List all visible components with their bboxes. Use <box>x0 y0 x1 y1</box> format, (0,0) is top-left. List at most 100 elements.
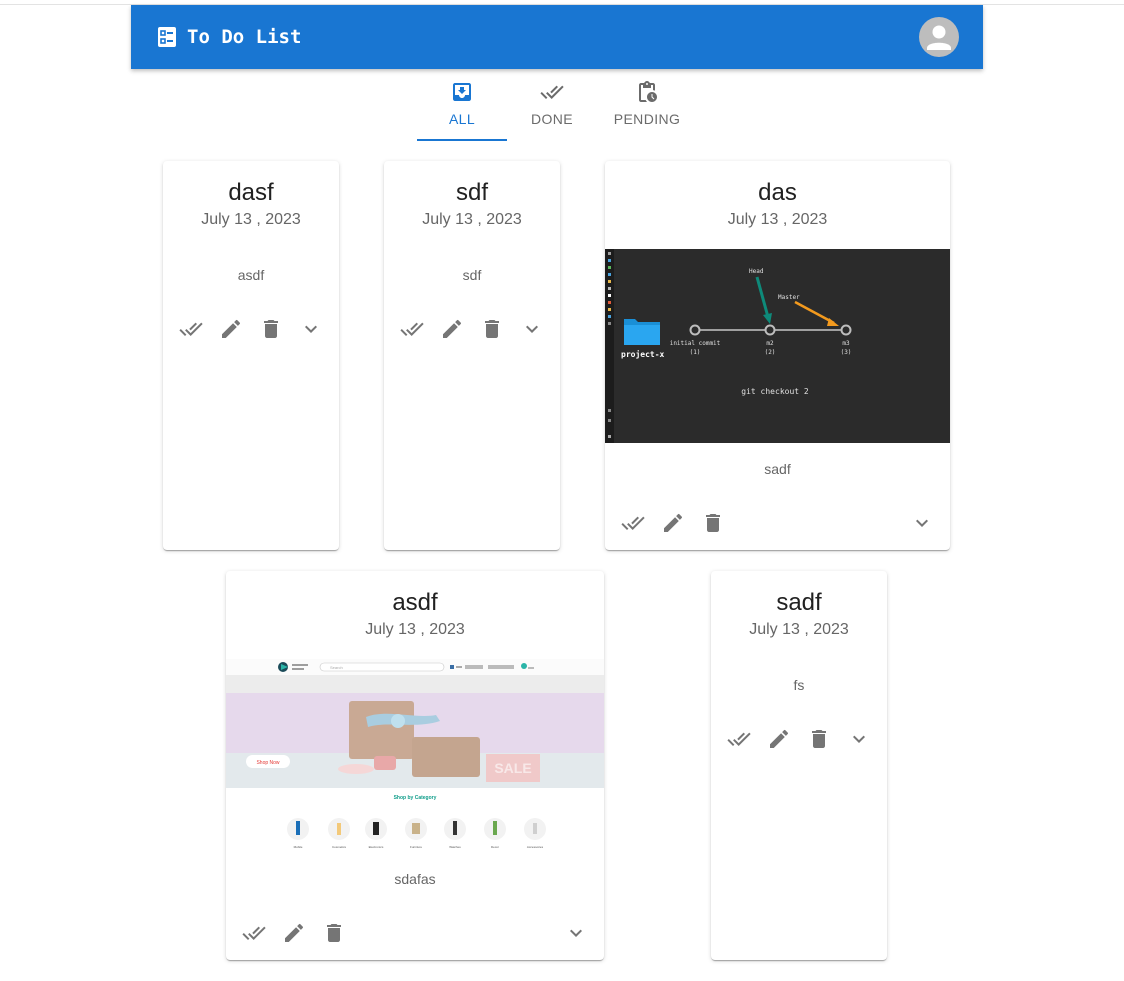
todo-image: Search SALE Shop Now Shop by Category Mo… <box>226 659 604 853</box>
done-all-icon <box>621 516 645 530</box>
todo-date: July 13 , 2023 <box>201 211 301 228</box>
svg-text:Electronics: Electronics <box>369 845 384 849</box>
delete-icon <box>485 320 499 338</box>
expand-more-icon <box>853 735 865 743</box>
todo-date: July 13 , 2023 <box>422 211 522 228</box>
delete-button[interactable] <box>807 727 831 751</box>
expand-button[interactable] <box>299 317 323 341</box>
todo-title: sdf <box>455 179 488 206</box>
checklist-icon <box>158 27 176 47</box>
todo-description: sadf <box>764 461 791 477</box>
svg-text:Shop by Category: Shop by Category <box>394 795 437 801</box>
svg-text:Mobile: Mobile <box>294 845 303 849</box>
edit-icon <box>664 513 683 532</box>
svg-text:Accessories: Accessories <box>527 845 544 849</box>
svg-text:Master: Master <box>778 294 800 301</box>
todo-card: asdf July 13 , 2023 Search SALE Shop Now… <box>226 571 604 960</box>
tab-all-label: ALL <box>448 111 476 127</box>
expand-more-icon <box>305 325 317 333</box>
todo-card: sdf July 13 , 2023 sdf <box>384 161 560 550</box>
expand-more-icon <box>916 519 928 527</box>
todo-title: dasf <box>228 179 274 206</box>
todo-description: asdf <box>237 267 265 283</box>
delete-button[interactable] <box>480 317 504 341</box>
todo-title: sadf <box>776 589 822 616</box>
expand-button[interactable] <box>847 727 871 751</box>
delete-icon <box>264 320 278 338</box>
delete-button[interactable] <box>322 921 346 945</box>
done-all-icon <box>400 322 424 336</box>
delete-icon <box>812 730 826 748</box>
todo-date: July 13 , 2023 <box>727 211 828 228</box>
edit-button[interactable] <box>282 921 306 945</box>
tab-done[interactable]: DONE <box>507 72 597 140</box>
todo-date: July 13 , 2023 <box>749 621 849 638</box>
svg-text:Decor: Decor <box>491 845 499 849</box>
delete-icon <box>706 514 720 532</box>
edit-button[interactable] <box>767 727 791 751</box>
expand-button[interactable] <box>564 921 588 945</box>
todo-image: project-x initial commit (1) m2 (2) m3 (… <box>605 249 950 443</box>
todo-card: sadf July 13 , 2023 fs <box>711 571 887 960</box>
expand-more-icon <box>570 929 582 937</box>
app-bar: To Do List <box>131 5 983 69</box>
svg-text:(2): (2) <box>765 349 776 356</box>
user-avatar[interactable] <box>919 17 959 57</box>
done-all-icon <box>242 926 266 940</box>
done-all-icon <box>540 85 564 99</box>
done-all-icon <box>727 732 751 746</box>
todo-date: July 13 , 2023 <box>365 621 465 638</box>
todo-card: dasf July 13 , 2023 asdf <box>163 161 339 550</box>
filter-tabs: ALL DONE PENDING <box>417 72 697 142</box>
edit-icon <box>443 319 462 338</box>
app-title: To Do List <box>187 26 302 48</box>
edit-button[interactable] <box>661 511 685 535</box>
inbox-icon <box>453 83 471 101</box>
svg-text:initial commit: initial commit <box>670 340 721 347</box>
tab-pending-label: PENDING <box>613 111 681 127</box>
git-diagram-screenshot: project-x initial commit (1) m2 (2) m3 (… <box>605 249 852 443</box>
tab-done-label: DONE <box>530 111 574 127</box>
mark-done-button[interactable] <box>179 317 203 341</box>
tab-indicator <box>417 139 507 141</box>
svg-text:git checkout 2: git checkout 2 <box>741 387 809 396</box>
todo-card: das July 13 , 2023 project-x initial com… <box>605 161 950 550</box>
todo-title: asdf <box>392 589 438 616</box>
account-circle-icon <box>927 25 951 50</box>
shop-website-screenshot: Search SALE Shop Now Shop by Category Mo… <box>226 659 604 853</box>
todo-description: fs <box>793 677 805 693</box>
svg-text:Watches: Watches <box>449 845 461 849</box>
mark-done-button[interactable] <box>242 921 266 945</box>
edit-icon <box>285 923 304 942</box>
expand-button[interactable] <box>520 317 544 341</box>
edit-button[interactable] <box>440 317 464 341</box>
svg-text:Furniture: Furniture <box>410 845 422 849</box>
delete-icon <box>327 924 341 942</box>
edit-icon <box>222 319 241 338</box>
svg-text:Search: Search <box>330 665 343 670</box>
delete-button[interactable] <box>259 317 283 341</box>
mark-done-button[interactable] <box>400 317 424 341</box>
svg-text:m3: m3 <box>842 340 850 347</box>
edit-icon <box>770 729 789 748</box>
svg-text:m2: m2 <box>766 340 774 347</box>
svg-text:Head: Head <box>749 268 764 275</box>
todo-title: das <box>758 179 797 206</box>
mark-done-button[interactable] <box>621 511 645 535</box>
svg-text:Cosmetics: Cosmetics <box>332 845 347 849</box>
mark-done-button[interactable] <box>727 727 751 751</box>
expand-button[interactable] <box>910 511 934 535</box>
svg-text:SALE: SALE <box>494 760 531 776</box>
svg-text:(1): (1) <box>690 349 701 356</box>
expand-more-icon <box>526 325 538 333</box>
delete-button[interactable] <box>701 511 725 535</box>
tab-pending[interactable]: PENDING <box>597 72 697 140</box>
tab-all[interactable]: ALL <box>417 72 507 140</box>
svg-text:Shop Now: Shop Now <box>256 760 279 766</box>
pending-actions-icon <box>639 81 657 102</box>
todo-description: sdf <box>462 267 482 283</box>
done-all-icon <box>179 322 203 336</box>
svg-text:project-x: project-x <box>621 349 665 359</box>
edit-button[interactable] <box>219 317 243 341</box>
svg-text:(3): (3) <box>841 349 852 356</box>
